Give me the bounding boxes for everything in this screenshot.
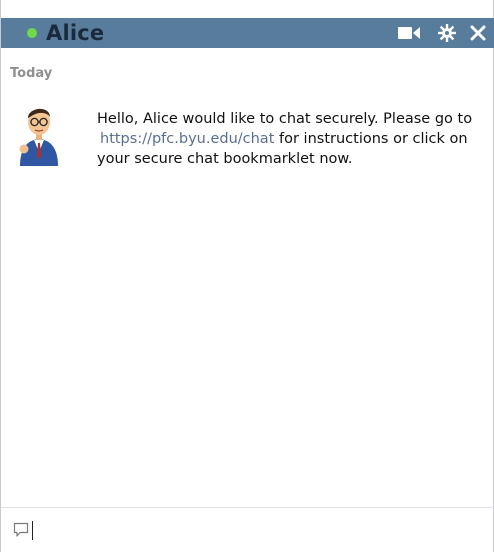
message-text-part: Hello xyxy=(97,111,134,127)
message-text-part: would like to chat securely. Please go t… xyxy=(182,111,473,127)
message-sender-name: Alice xyxy=(142,111,178,127)
chat-link[interactable]: https://pfc.byu.edu/chat xyxy=(100,129,274,149)
text-cursor xyxy=(32,520,33,540)
close-icon[interactable] xyxy=(466,18,490,48)
online-status-indicator xyxy=(27,28,37,38)
message-composer xyxy=(1,507,494,552)
contact-name: Alice xyxy=(46,21,105,45)
speech-bubble-icon xyxy=(13,522,29,538)
sender-avatar xyxy=(18,100,60,170)
day-separator-label: Today xyxy=(10,66,53,81)
message-input[interactable] xyxy=(37,516,481,544)
video-camera-icon[interactable] xyxy=(394,18,424,48)
gear-icon[interactable] xyxy=(434,18,460,48)
chat-title-bar[interactable]: Alice xyxy=(1,18,494,48)
message-body: Hello, Alice would like to chat securely… xyxy=(97,109,487,169)
message-text-part: , xyxy=(133,111,139,127)
chat-window: Alice Today Hello, Alice would like to c… xyxy=(0,0,494,552)
title-bar-actions xyxy=(394,18,490,48)
